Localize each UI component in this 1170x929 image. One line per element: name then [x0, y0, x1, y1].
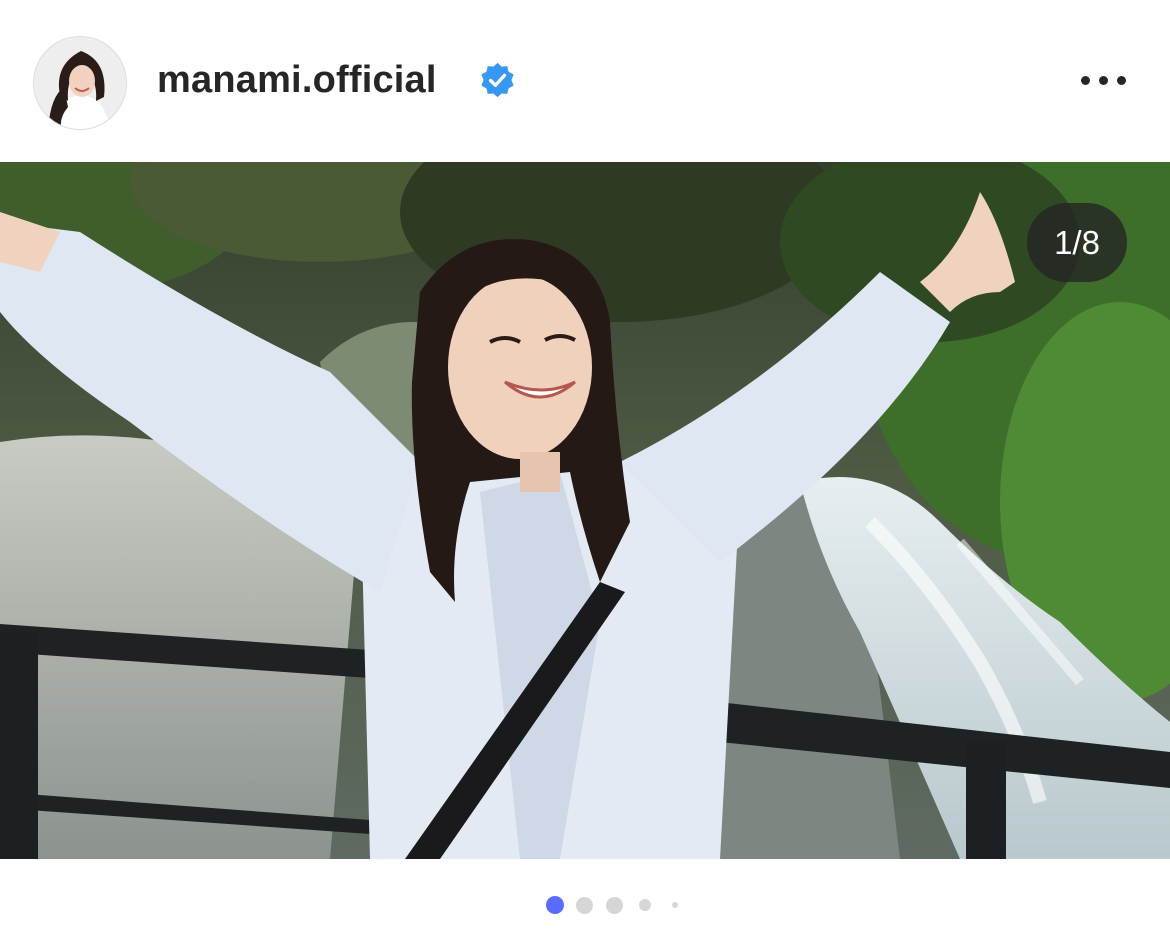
post-image[interactable] [0, 162, 1170, 859]
carousel-dot[interactable] [639, 899, 651, 911]
carousel-dot[interactable] [576, 897, 593, 914]
more-dot [1081, 76, 1090, 85]
more-dot [1099, 76, 1108, 85]
more-options-icon[interactable] [1074, 60, 1132, 100]
profile-avatar[interactable] [33, 36, 127, 130]
username[interactable]: manami.official [157, 56, 437, 104]
avatar-image [34, 37, 126, 129]
carousel-dots[interactable] [0, 892, 1170, 918]
carousel-dot[interactable] [672, 902, 678, 908]
post-header: manami.official [0, 0, 1170, 162]
verified-badge-icon [481, 62, 514, 98]
more-dot [1117, 76, 1126, 85]
carousel-dot[interactable] [606, 897, 623, 914]
carousel-dot-active[interactable] [546, 896, 564, 914]
carousel-counter: 1/8 [1027, 203, 1127, 282]
waterfall-photo [0, 162, 1170, 859]
